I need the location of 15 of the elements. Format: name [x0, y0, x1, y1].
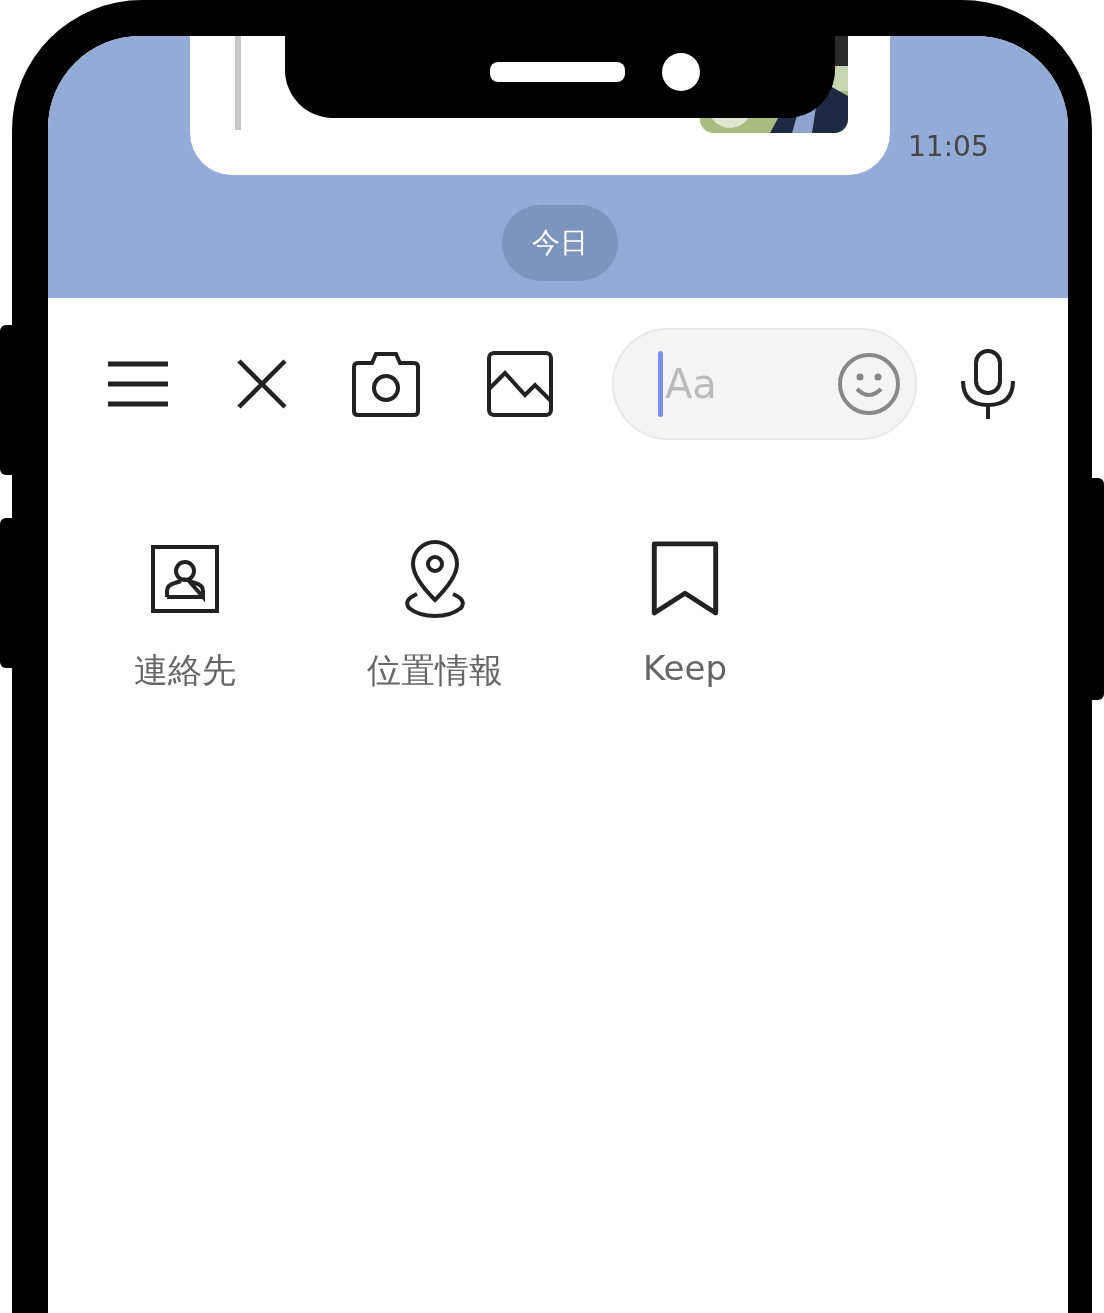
- close-icon[interactable]: [237, 359, 287, 409]
- text-cursor: [658, 351, 663, 417]
- bookmark-icon[interactable]: [651, 540, 719, 618]
- message-time: 11:05: [908, 130, 989, 163]
- camera-icon[interactable]: [352, 351, 420, 417]
- front-camera: [662, 53, 700, 91]
- attachment-label[interactable]: 連絡先: [134, 648, 236, 694]
- attachment-label[interactable]: 位置情報: [367, 648, 503, 694]
- microphone-icon[interactable]: [960, 349, 1016, 419]
- image-icon[interactable]: [487, 351, 553, 417]
- attachment-label[interactable]: Keep: [643, 648, 727, 688]
- emoji-icon[interactable]: [837, 352, 901, 416]
- message-field[interactable]: Aa: [663, 361, 815, 407]
- date-divider: 今日: [502, 205, 618, 281]
- menu-icon[interactable]: [108, 361, 168, 407]
